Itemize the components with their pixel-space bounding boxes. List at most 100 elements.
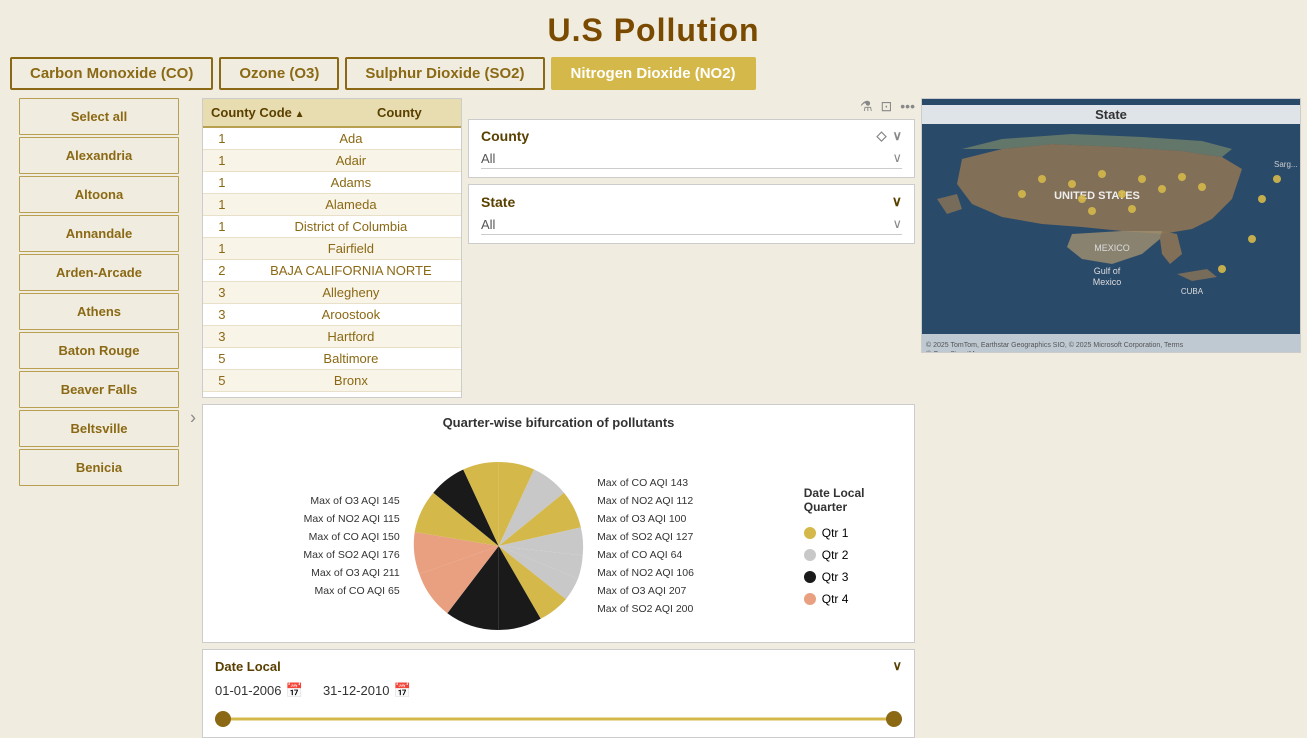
county-filter-label: County ◇ ∨: [481, 128, 902, 144]
sidebar-city-btn[interactable]: Altoona: [19, 176, 179, 213]
svg-text:MEXICO: MEXICO: [1094, 243, 1130, 253]
sidebar-city-btn[interactable]: Arden-Arcade: [19, 254, 179, 291]
app-container: U.S Pollution Carbon Monoxide (CO) Ozone…: [0, 0, 1307, 738]
legend-label-qtr3: Qtr 3: [822, 570, 849, 584]
table-row[interactable]: 1Adams: [203, 172, 461, 194]
page-title: U.S Pollution: [0, 12, 1307, 49]
sidebar-city-btn[interactable]: Annandale: [19, 215, 179, 252]
pie-label-no2-112: Max of NO2 AQI 112: [597, 495, 784, 507]
pie-chart-svg: [410, 451, 587, 641]
date-collapse-icon[interactable]: ∨: [892, 658, 902, 674]
pie-label-co-150: Max of CO AQI 150: [213, 531, 400, 543]
table-row[interactable]: 3Allegheny: [203, 282, 461, 304]
legend-qtr4: Qtr 4: [804, 592, 904, 606]
pie-label-so2-127: Max of SO2 AQI 127: [597, 531, 784, 543]
pie-label-o3-100: Max of O3 AQI 100: [597, 513, 784, 525]
slider-thumb-left[interactable]: [215, 711, 231, 727]
table-row[interactable]: 2BAJA CALIFORNIA NORTE: [203, 260, 461, 282]
legend-qtr2: Qtr 2: [804, 548, 904, 562]
pie-label-o3-207: Max of O3 AQI 207: [597, 585, 784, 597]
sidebar-city-btn[interactable]: Benicia: [19, 449, 179, 486]
date-label: Date Local ∨: [215, 658, 902, 674]
pie-label-co-143: Max of CO AQI 143: [597, 477, 784, 489]
legend-dot-qtr4: [804, 593, 816, 605]
main-layout: Select allAlexandriaAltoonaAnnandaleArde…: [0, 98, 1307, 738]
center-panel: County Code County 1Ada1Adair1Adams1Alam…: [202, 98, 915, 738]
chart-area: Quarter-wise bifurcation of pollutants M…: [202, 404, 915, 643]
expand-icon[interactable]: ⊡: [881, 98, 893, 115]
state-expand-icon[interactable]: ∨: [892, 193, 902, 210]
slider-track: [215, 718, 902, 721]
svg-text:CUBA: CUBA: [1181, 287, 1204, 296]
calendar-start-icon[interactable]: 📅: [286, 682, 303, 699]
pie-label-o3-211: Max of O3 AQI 211: [213, 567, 400, 579]
sidebar-list: Select allAlexandriaAltoonaAnnandaleArde…: [6, 98, 196, 738]
state-select[interactable]: All ∨: [481, 214, 902, 235]
table-row[interactable]: 1Fairfield: [203, 238, 461, 260]
legend-label-qtr2: Qtr 2: [822, 548, 849, 562]
svg-text:Mexico: Mexico: [1093, 277, 1122, 287]
col-county-code[interactable]: County Code: [203, 99, 369, 127]
svg-text:© OpenStreetMap: © OpenStreetMap: [926, 350, 983, 353]
col-county[interactable]: County: [369, 99, 461, 127]
chart-legend: Date Local Quarter Qtr 1 Qtr 2 Qtr 3: [804, 486, 904, 606]
table-row[interactable]: 1Alameda: [203, 194, 461, 216]
county-table: County Code County: [203, 99, 461, 128]
more-icon[interactable]: •••: [900, 98, 915, 115]
table-row[interactable]: 5Baltimore: [203, 348, 461, 370]
table-row[interactable]: 1District of Columbia: [203, 216, 461, 238]
svg-text:Gulf of: Gulf of: [1094, 266, 1121, 276]
tab-o3[interactable]: Ozone (O3): [219, 57, 339, 90]
chart-title: Quarter-wise bifurcation of pollutants: [213, 415, 904, 430]
legend-label-qtr1: Qtr 1: [822, 526, 849, 540]
table-row[interactable]: 1Adair: [203, 150, 461, 172]
county-table-scroll[interactable]: 1Ada1Adair1Adams1Alameda1District of Col…: [203, 128, 461, 397]
state-filter-box: State ∨ All ∨: [468, 184, 915, 244]
calendar-end-icon[interactable]: 📅: [393, 682, 410, 699]
tab-so2[interactable]: Sulphur Dioxide (SO2): [345, 57, 544, 90]
table-row[interactable]: 5Cumberland: [203, 392, 461, 398]
tab-no2[interactable]: Nitrogen Dioxide (NO2): [551, 57, 756, 90]
pie-label-no2-115: Max of NO2 AQI 115: [213, 513, 400, 525]
date-slider[interactable]: [215, 709, 902, 729]
table-row[interactable]: 5Bronx: [203, 370, 461, 392]
sidebar-city-btn[interactable]: Beaver Falls: [19, 371, 179, 408]
legend-dot-qtr2: [804, 549, 816, 561]
table-row[interactable]: 3Aroostook: [203, 304, 461, 326]
svg-text:Sarg...: Sarg...: [1274, 160, 1298, 169]
date-inputs: 01-01-2006 📅 31-12-2010 📅: [215, 682, 902, 699]
county-expand-icon[interactable]: ∨: [892, 128, 902, 144]
filter-icon[interactable]: ⚗: [860, 98, 873, 115]
legend-title: Date Local Quarter: [804, 486, 904, 514]
right-panel: State Gulf of: [921, 98, 1301, 738]
sidebar-city-btn[interactable]: Baton Rouge: [19, 332, 179, 369]
table-row[interactable]: 1Ada: [203, 128, 461, 150]
pie-label-so2-176: Max of SO2 AQI 176: [213, 549, 400, 561]
legend-qtr3: Qtr 3: [804, 570, 904, 584]
sidebar-city-btn[interactable]: Alexandria: [19, 137, 179, 174]
state-filter-label: State ∨: [481, 193, 902, 210]
date-end-item: 31-12-2010 📅: [323, 682, 411, 699]
filters-panel: ⚗ ⊡ ••• County ◇ ∨: [468, 98, 915, 398]
sidebar-city-btn[interactable]: Athens: [19, 293, 179, 330]
county-select[interactable]: All ∨: [481, 148, 902, 169]
pie-label-no2-106: Max of NO2 AQI 106: [597, 567, 784, 579]
tab-bar: Carbon Monoxide (CO) Ozone (O3) Sulphur …: [0, 57, 1307, 98]
date-range-area: Date Local ∨ 01-01-2006 📅 31-12-2010 📅: [202, 649, 915, 738]
sidebar-city-btn[interactable]: Select all: [19, 98, 179, 135]
map-svg: Gulf of Mexico UNITED STATES MEXICO CUBA: [922, 99, 1301, 353]
tab-co[interactable]: Carbon Monoxide (CO): [10, 57, 213, 90]
legend-dot-qtr1: [804, 527, 816, 539]
date-start-item: 01-01-2006 📅: [215, 682, 303, 699]
date-start-value: 01-01-2006: [215, 683, 282, 698]
map-area: State Gulf of: [921, 98, 1301, 353]
sidebar-city-btn[interactable]: Beltsville: [19, 410, 179, 447]
sidebar-collapse-arrow[interactable]: ›: [190, 408, 196, 429]
pie-label-co-65: Max of CO AQI 65: [213, 585, 400, 597]
svg-text:© 2025 TomTom, Earthstar Geogr: © 2025 TomTom, Earthstar Geographics SIO…: [926, 341, 1184, 349]
map-title: State: [922, 105, 1300, 124]
date-end-value: 31-12-2010: [323, 683, 390, 698]
slider-thumb-right[interactable]: [886, 711, 902, 727]
table-row[interactable]: 3Hartford: [203, 326, 461, 348]
county-clear-icon[interactable]: ◇: [876, 128, 886, 144]
